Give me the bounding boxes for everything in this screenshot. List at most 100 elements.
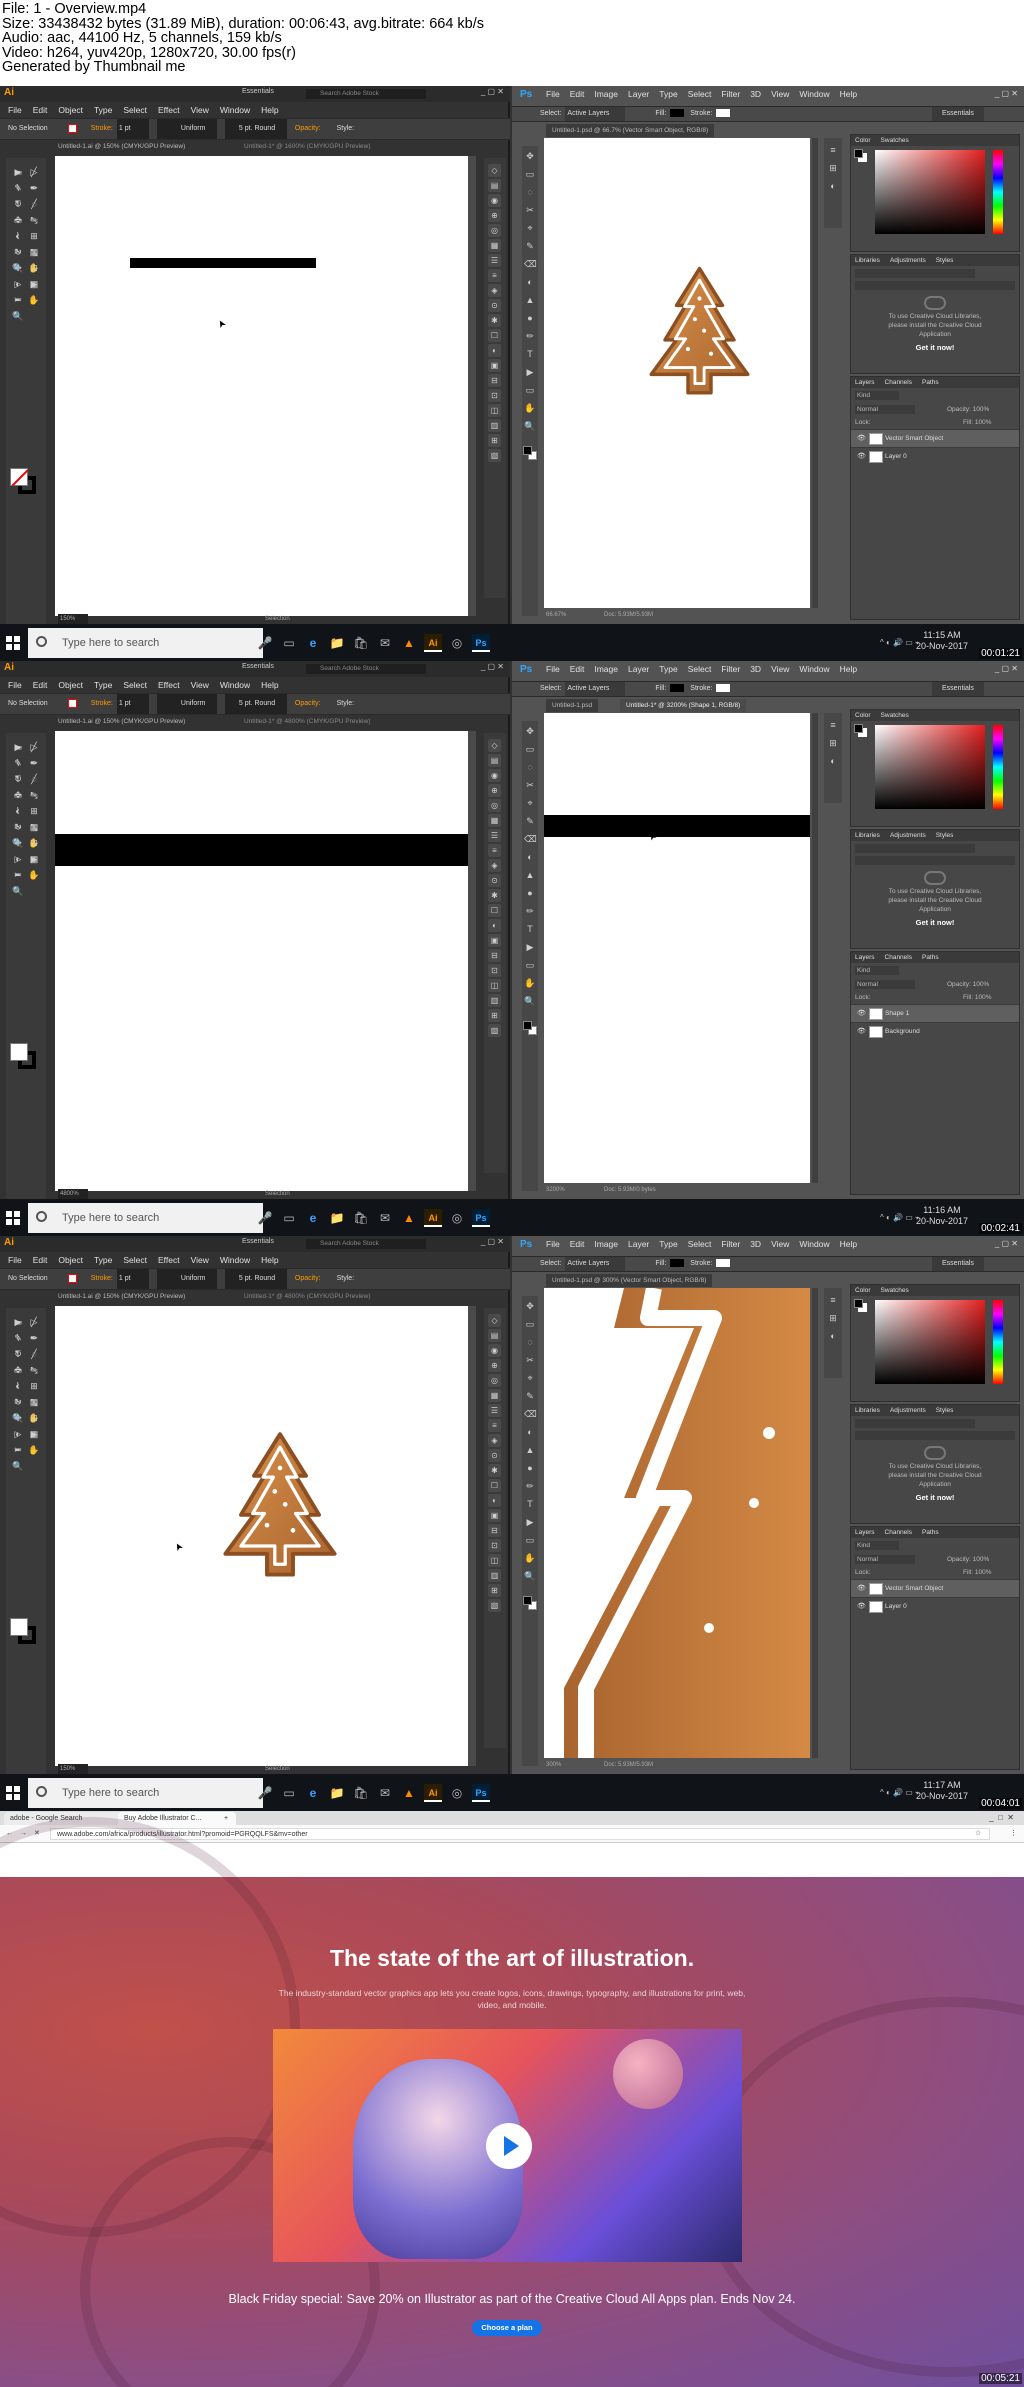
menu-item-window[interactable]: Window [799, 664, 829, 674]
menu-item-filter[interactable]: Filter [721, 664, 740, 674]
panel-icon[interactable]: ◫ [488, 1554, 501, 1567]
menu-item-3d[interactable]: 3D [750, 89, 761, 99]
foreground-background-swatch[interactable] [523, 1596, 537, 1610]
ps-scrollbar[interactable] [812, 138, 818, 608]
window-controls[interactable]: _ ▢ ✕ [995, 1239, 1018, 1248]
panel-icon[interactable]: ⊙ [488, 1449, 501, 1462]
panel-tab-color[interactable]: Color [855, 1287, 871, 1294]
panel-tab-paths[interactable]: Paths [922, 954, 939, 961]
menu-item-3d[interactable]: 3D [750, 664, 761, 674]
color-fg-bg-swatch[interactable] [854, 1299, 868, 1313]
tool-icon[interactable]: ▷ [12, 853, 24, 865]
panel-icon[interactable]: ◇ [488, 164, 501, 177]
color-picker[interactable] [871, 721, 1019, 821]
tool-icon[interactable]: ▦ [28, 278, 40, 290]
color-picker[interactable] [871, 1296, 1019, 1396]
fill-box[interactable] [10, 468, 29, 487]
menu-item-view[interactable]: View [191, 1255, 209, 1265]
chrome-taskbar-icon[interactable]: ◎ [448, 1209, 466, 1227]
tool-icon[interactable]: ✎ [524, 240, 536, 252]
kind-filter[interactable]: Kind [855, 391, 899, 400]
ps-canvas[interactable] [544, 1288, 810, 1758]
menu-item-type[interactable]: Type [94, 680, 112, 690]
tool-icon[interactable]: 🔍 [12, 885, 24, 897]
mail-icon[interactable]: ✉ [376, 1209, 394, 1227]
fg-swatch[interactable] [854, 724, 863, 733]
menu-item-select[interactable]: Select [688, 1239, 712, 1249]
url-field[interactable]: www.adobe.com/africa/products/illustrato… [50, 1828, 990, 1840]
panel-icon[interactable]: ▦ [488, 239, 501, 252]
vlc-icon[interactable]: ▲ [400, 634, 418, 652]
tool-icon[interactable]: ✏ [524, 905, 536, 917]
edge-icon[interactable]: e [304, 634, 322, 652]
panel-icon[interactable]: ▤ [488, 179, 501, 192]
menu-item-layer[interactable]: Layer [628, 1239, 649, 1249]
panel-icon[interactable]: ⊡ [488, 1539, 501, 1552]
panel-icon[interactable]: ✱ [488, 1464, 501, 1477]
get-it-now-link[interactable]: Get it now! [851, 343, 1019, 352]
panel-tab-styles[interactable]: Styles [936, 257, 954, 264]
panel-tab-libraries[interactable]: Libraries [855, 832, 880, 839]
document-tab-secondary[interactable]: Untitled-1* @ 1600% (CMYK/GPU Preview) [244, 140, 371, 153]
ps-scrollbar[interactable] [812, 713, 818, 1183]
menu-item-select[interactable]: Select [123, 680, 147, 690]
fill-stroke-swatch[interactable] [10, 1043, 36, 1069]
tool-icon[interactable]: ▷ [28, 166, 40, 178]
panel-tab-paths[interactable]: Paths [922, 379, 939, 386]
vlc-icon[interactable]: ▲ [400, 1784, 418, 1802]
ps-document-tab[interactable]: Untitled-1.psd [546, 699, 599, 712]
tool-icon[interactable]: ⤡ [28, 246, 40, 258]
panel-icon[interactable]: ≡ [488, 269, 501, 282]
tool-icon[interactable]: ↻ [12, 1348, 24, 1360]
panel-icon[interactable]: ✱ [488, 889, 501, 902]
taskbar-search[interactable]: Type here to search [28, 628, 263, 658]
panel-icon[interactable]: ◎ [488, 799, 501, 812]
panel-icon[interactable]: ⊕ [488, 784, 501, 797]
panel-tab-layers[interactable]: Layers [855, 954, 875, 961]
tool-icon[interactable]: ◌ [524, 761, 536, 773]
panel-icon[interactable]: ◇ [488, 1314, 501, 1327]
menu-item-select[interactable]: Select [688, 89, 712, 99]
tool-icon[interactable]: ⊞ [28, 262, 40, 274]
hue-slider[interactable] [993, 150, 1003, 234]
illustrator-taskbar-icon[interactable]: Ai [424, 1209, 442, 1227]
tool-icon[interactable]: ✏ [28, 214, 40, 226]
library-select[interactable] [855, 269, 975, 278]
panel-icon[interactable]: ▧ [488, 1599, 501, 1612]
tool-icon[interactable]: ↻ [12, 198, 24, 210]
hue-slider[interactable] [993, 1300, 1003, 1384]
tool-icon[interactable]: ▲ [524, 294, 536, 306]
variable-width-select[interactable]: Uniform [156, 119, 217, 139]
fill-swatch[interactable] [67, 698, 77, 708]
menu-item-type[interactable]: Type [94, 1255, 112, 1265]
tool-icon[interactable]: ● [524, 312, 536, 324]
windows-start-icon[interactable] [6, 636, 20, 650]
panel-icon[interactable]: ⊞ [827, 737, 839, 749]
tool-icon[interactable]: ╱ [28, 198, 40, 210]
menu-item-effect[interactable]: Effect [158, 680, 180, 690]
panel-tab-color[interactable]: Color [855, 137, 871, 144]
workspace-switcher[interactable]: Essentials [242, 88, 274, 95]
menu-item-filter[interactable]: Filter [721, 1239, 740, 1249]
workspace-switcher[interactable]: Essentials [242, 1238, 274, 1245]
tool-icon[interactable]: ✋ [28, 294, 40, 306]
tool-icon[interactable]: ◌ [28, 230, 40, 242]
eye-icon[interactable]: 👁 [857, 1598, 866, 1616]
store-icon[interactable]: 🛍 [352, 1784, 370, 1802]
tool-icon[interactable]: ▭ [524, 743, 536, 755]
ai-artboard[interactable]: ➤ [55, 1306, 468, 1766]
layer-row[interactable]: 👁 Background [851, 1022, 1019, 1040]
tool-icon[interactable]: ⤡ [28, 821, 40, 833]
ps-zoom-level[interactable]: 300% [546, 1760, 561, 1770]
menu-item-type[interactable]: Type [659, 89, 677, 99]
panel-icon[interactable]: ≡ [488, 1419, 501, 1432]
menu-item-edit[interactable]: Edit [570, 89, 585, 99]
tool-icon[interactable]: 🔍 [12, 1412, 24, 1424]
taskbar-search[interactable]: Type here to search [28, 1778, 263, 1808]
tool-icon[interactable]: ⊞ [28, 1412, 40, 1424]
fill-field[interactable]: Fill: 100% [963, 1568, 992, 1577]
tool-icon[interactable]: ✏ [28, 1364, 40, 1376]
tool-icon[interactable]: ▷ [28, 1316, 40, 1328]
menu-item-help[interactable]: Help [261, 680, 278, 690]
panel-icon[interactable]: ▣ [488, 934, 501, 947]
